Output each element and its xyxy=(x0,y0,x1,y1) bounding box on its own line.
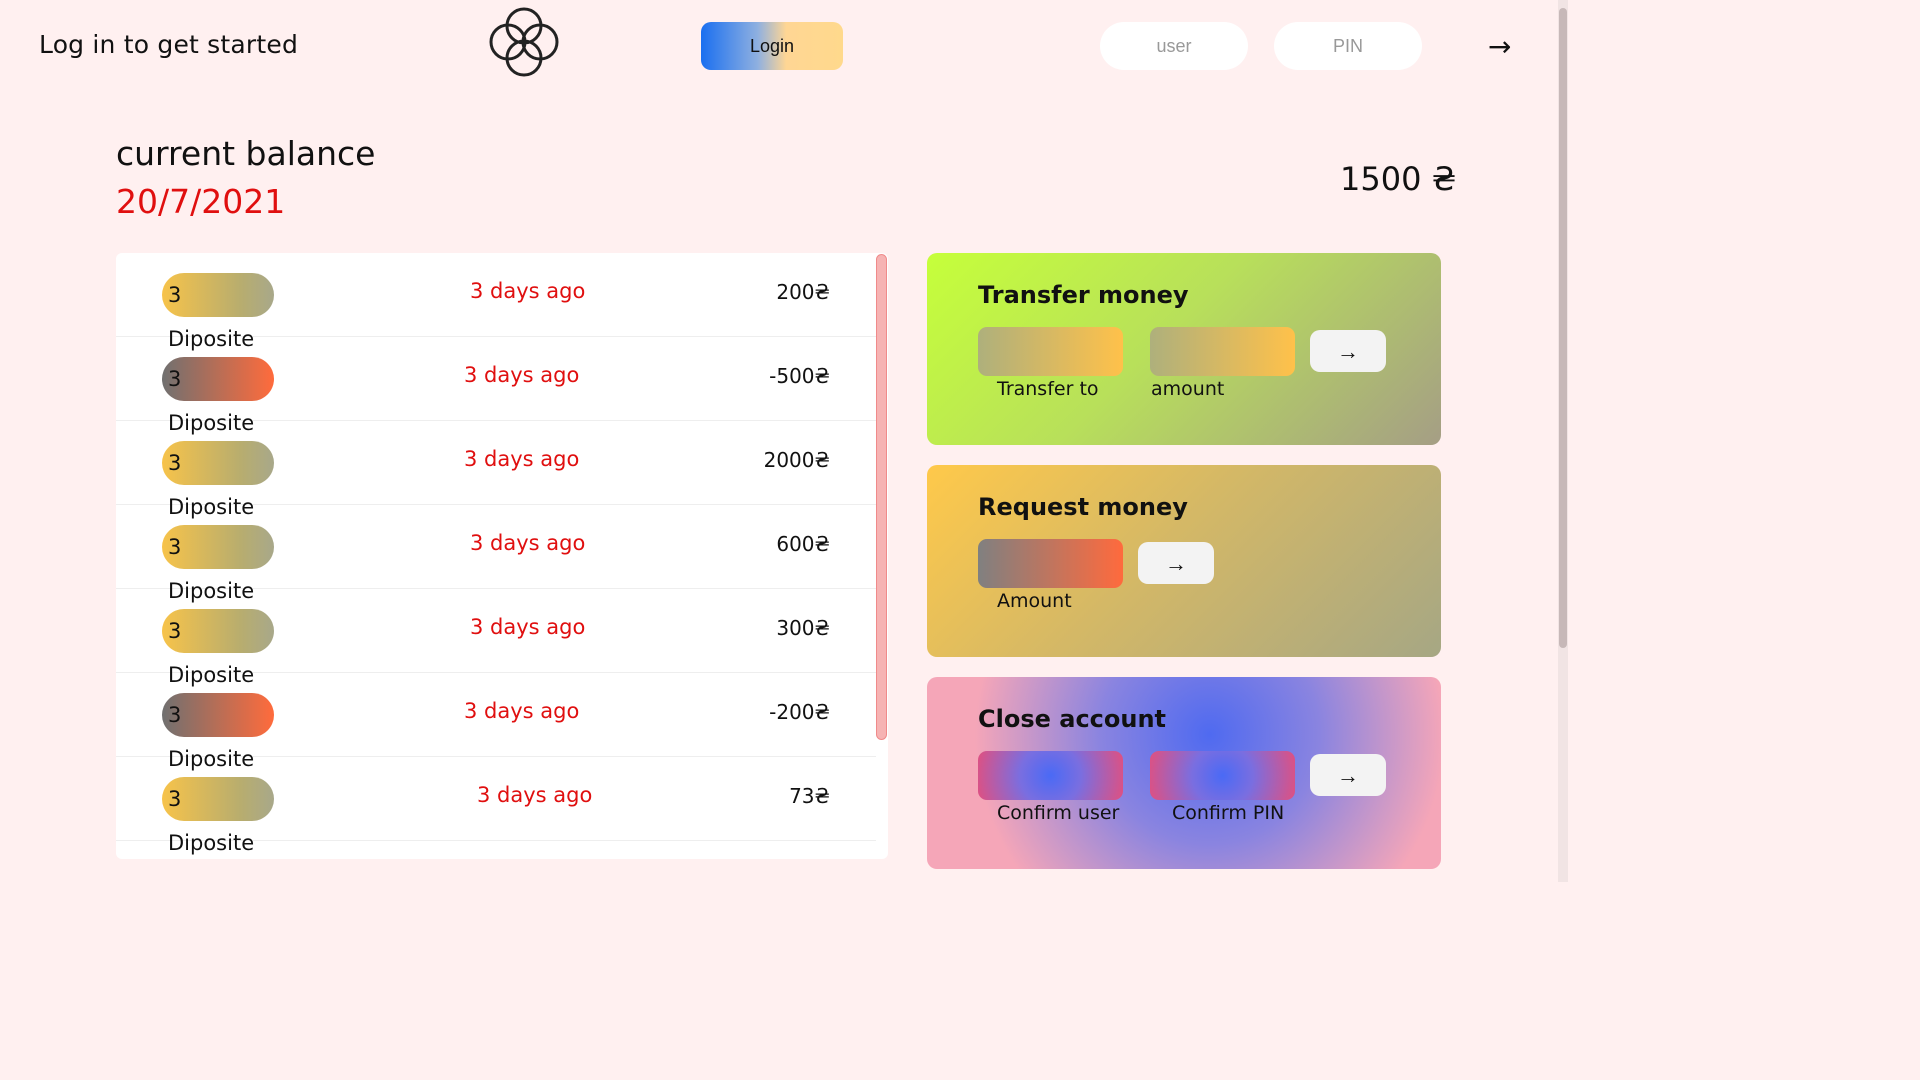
movement-amount: 2000₴ xyxy=(763,448,830,472)
close-title: Close account xyxy=(978,705,1167,733)
movement-date: 3 days ago xyxy=(477,783,593,807)
balance-value: 1500 ₴ xyxy=(1340,160,1457,198)
request-amount-label: Amount xyxy=(997,590,1072,612)
confirm-user-label: Confirm user xyxy=(997,802,1120,824)
login-arrow-button[interactable]: → xyxy=(1488,30,1511,63)
page-scrollbar[interactable] xyxy=(1558,0,1568,882)
movement-type-badge: 3 Diposite xyxy=(162,777,274,855)
transfer-submit-button[interactable]: → xyxy=(1310,330,1386,372)
close-account-panel: Close account → Confirm user Confirm PIN xyxy=(927,677,1441,869)
movement-amount: -500₴ xyxy=(769,364,830,388)
movement-row: 3 Diposite 3 days ago 300₴ xyxy=(116,589,876,687)
close-submit-button[interactable]: → xyxy=(1310,754,1386,796)
page-scrollbar-thumb[interactable] xyxy=(1559,8,1567,648)
movement-date: 3 days ago xyxy=(470,531,586,555)
confirm-user-input[interactable] xyxy=(978,751,1123,800)
logo-icon xyxy=(489,7,559,77)
movement-amount: 73₴ xyxy=(789,784,830,808)
transfer-to-input[interactable] xyxy=(978,327,1123,376)
transfer-panel: Transfer money → Transfer to amount xyxy=(927,253,1441,445)
movement-type-badge: 3 Diposite xyxy=(162,693,274,771)
transfer-amount-input[interactable] xyxy=(1150,327,1295,376)
confirm-pin-input[interactable] xyxy=(1150,751,1295,800)
movement-row: 3 Diposite 3 days ago -500₴ xyxy=(116,337,876,435)
movement-amount: 600₴ xyxy=(776,532,830,556)
movement-type-badge: 3 Diposite xyxy=(162,273,274,351)
movement-date: 3 days ago xyxy=(464,699,580,723)
movement-row: 3 Diposite 3 days ago 73₴ xyxy=(116,757,876,855)
movement-date: 3 days ago xyxy=(470,279,586,303)
top-nav: Log in to get started Login → xyxy=(0,0,1568,90)
movement-type-badge: 3 Diposite xyxy=(162,609,274,687)
welcome-message: Log in to get started xyxy=(39,30,299,59)
movement-row: 3 Diposite 3 days ago 600₴ xyxy=(116,505,876,603)
movement-amount: -200₴ xyxy=(769,700,830,724)
confirm-pin-label: Confirm PIN xyxy=(1172,802,1285,824)
transfer-to-label: Transfer to xyxy=(997,378,1099,400)
transfer-title: Transfer money xyxy=(978,281,1189,309)
movement-type-badge: 3 Diposite xyxy=(162,525,274,603)
movement-type-badge: 3 Diposite xyxy=(162,441,274,519)
movements-scrollbar[interactable] xyxy=(876,254,887,740)
movement-date: 3 days ago xyxy=(470,615,586,639)
request-submit-button[interactable]: → xyxy=(1138,542,1214,584)
balance-date: 20/7/2021 xyxy=(116,182,286,221)
login-button[interactable]: Login xyxy=(701,22,843,70)
pin-input[interactable] xyxy=(1274,22,1422,70)
movement-row: 3 Diposite 3 days ago 200₴ xyxy=(116,253,876,351)
user-input[interactable] xyxy=(1100,22,1248,70)
request-title: Request money xyxy=(978,493,1188,521)
movement-date: 3 days ago xyxy=(464,447,580,471)
balance-label: current balance xyxy=(116,134,376,173)
movement-row: 3 Diposite 3 days ago 2000₴ xyxy=(116,421,876,519)
movement-row: 3 Diposite 3 days ago -200₴ xyxy=(116,673,876,771)
request-amount-input[interactable] xyxy=(978,539,1123,588)
request-panel: Request money → Amount xyxy=(927,465,1441,657)
movement-amount: 200₴ xyxy=(776,280,830,304)
movements-list: 3 Diposite 3 days ago 200₴ 3 Diposite 3 … xyxy=(116,253,888,859)
movement-type-badge: 3 Diposite xyxy=(162,357,274,435)
movement-date: 3 days ago xyxy=(464,363,580,387)
transfer-amount-label: amount xyxy=(1151,378,1225,400)
movement-amount: 300₴ xyxy=(776,616,830,640)
